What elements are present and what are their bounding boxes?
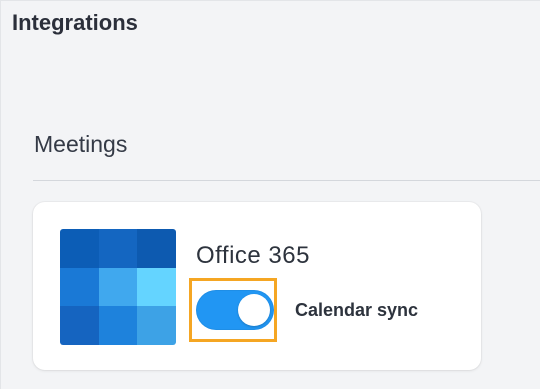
section-divider — [33, 180, 540, 181]
integration-name: Office 365 — [196, 242, 310, 269]
logo-tile — [98, 267, 138, 307]
page-title: Integrations — [12, 10, 138, 35]
logo-tile — [60, 306, 99, 345]
office-365-calendar-logo-icon — [60, 229, 176, 345]
top-border — [0, 0, 540, 1]
logo-tile — [98, 306, 138, 345]
logo-tile — [137, 306, 176, 345]
logo-tile — [137, 267, 176, 307]
logo-tile — [60, 267, 99, 307]
calendar-sync-label: Calendar sync — [295, 300, 419, 320]
calendar-sync-toggle[interactable] — [196, 290, 274, 330]
integration-card-office-365: Office 365 Calendar sync — [33, 202, 481, 370]
toggle-knob — [238, 294, 270, 326]
left-border — [0, 0, 1, 389]
logo-tile — [137, 229, 176, 268]
logo-tile — [60, 229, 99, 268]
section-title-meetings: Meetings — [34, 131, 128, 157]
logo-tile — [98, 229, 138, 268]
